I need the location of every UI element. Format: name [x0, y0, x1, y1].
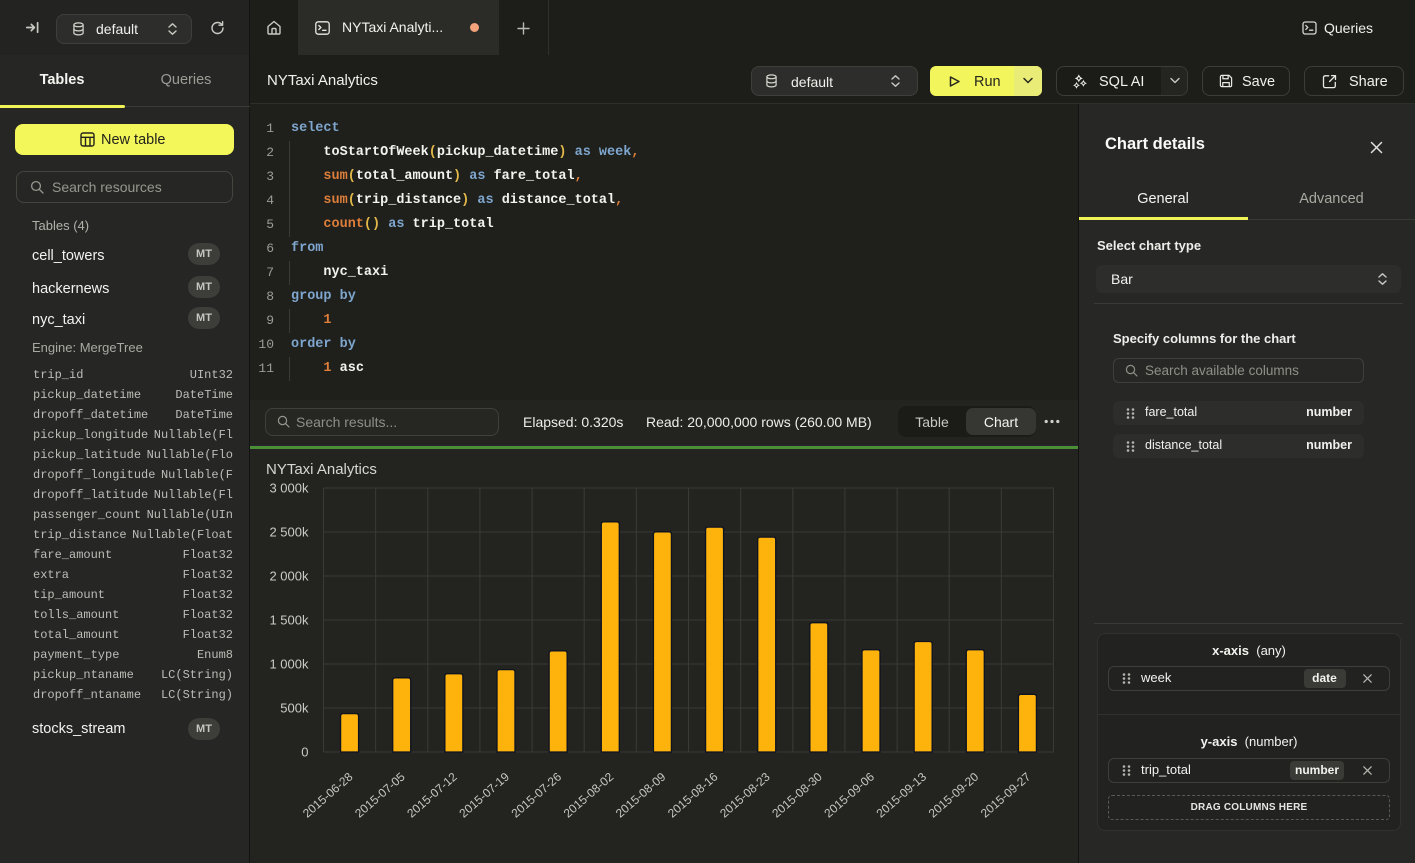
svg-text:2015-07-19: 2015-07-19 — [456, 769, 512, 820]
svg-text:2 500k: 2 500k — [269, 525, 309, 540]
svg-text:2 000k: 2 000k — [269, 569, 309, 584]
svg-text:2015-08-30: 2015-08-30 — [769, 769, 825, 820]
svg-text:1 500k: 1 500k — [269, 613, 309, 628]
svg-text:2015-08-09: 2015-08-09 — [613, 769, 669, 820]
svg-text:2015-08-23: 2015-08-23 — [717, 769, 773, 820]
svg-text:2015-09-27: 2015-09-27 — [978, 769, 1034, 820]
svg-text:2015-07-12: 2015-07-12 — [404, 769, 460, 820]
svg-text:NYTaxi Analytics: NYTaxi Analytics — [266, 461, 377, 478]
svg-text:3 000k: 3 000k — [269, 481, 309, 496]
svg-text:2015-07-05: 2015-07-05 — [352, 769, 408, 820]
svg-text:2015-08-16: 2015-08-16 — [665, 769, 721, 820]
svg-text:1 000k: 1 000k — [269, 657, 309, 672]
svg-text:0: 0 — [301, 745, 308, 760]
svg-text:2015-08-02: 2015-08-02 — [561, 769, 617, 820]
svg-text:2015-09-20: 2015-09-20 — [926, 769, 982, 820]
svg-text:2015-09-13: 2015-09-13 — [874, 769, 930, 820]
svg-text:2015-09-06: 2015-09-06 — [821, 769, 877, 820]
svg-text:500k: 500k — [280, 701, 309, 716]
svg-text:2015-06-28: 2015-06-28 — [300, 769, 356, 820]
svg-text:2015-07-26: 2015-07-26 — [509, 769, 565, 820]
